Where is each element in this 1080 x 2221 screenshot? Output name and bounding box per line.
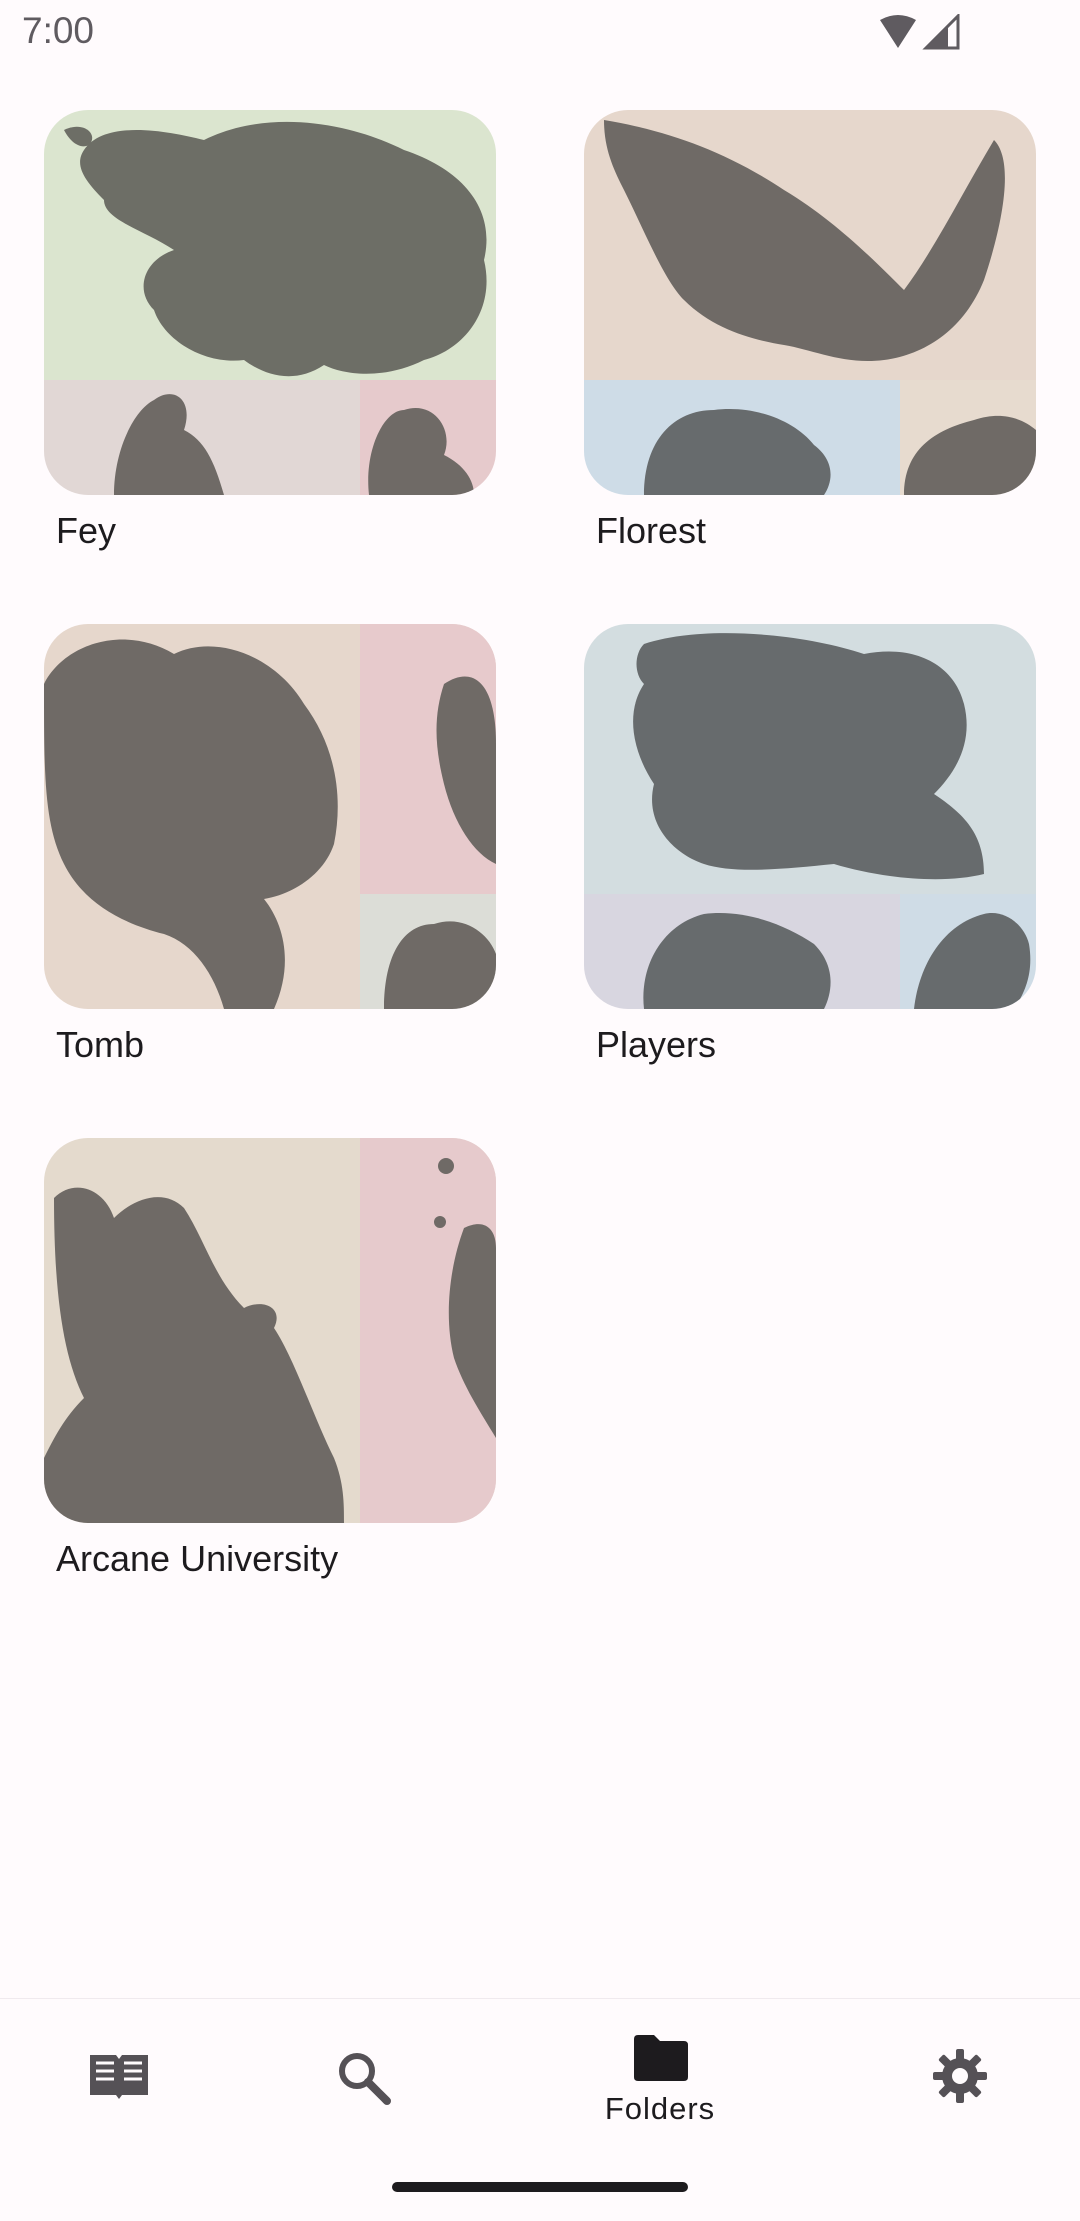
folder-name: Arcane University	[56, 1538, 339, 1579]
folder-icon	[634, 2035, 688, 2081]
nav-item-folders[interactable]: Folders	[525, 1999, 795, 2159]
nav-label-folders: Folders	[604, 2091, 716, 2126]
folder-card-tomb[interactable]: Tomb	[44, 624, 496, 1065]
folder-card-fey[interactable]: Fey	[44, 110, 496, 551]
home-indicator[interactable]	[392, 2182, 688, 2192]
status-icons	[878, 12, 962, 52]
folder-thumbnail[interactable]	[584, 110, 1036, 495]
folder-name: Florest	[596, 510, 707, 551]
folder-card-florest[interactable]: Florest	[584, 110, 1036, 551]
folder-name: Fey	[56, 510, 117, 551]
folder-thumbnail[interactable]	[584, 624, 1036, 1009]
creature-silhouette	[633, 633, 984, 880]
nav-item-settings[interactable]	[825, 1999, 1080, 2159]
cellular-signal-icon	[922, 12, 960, 50]
wifi-icon	[880, 15, 916, 48]
folder-thumbnail[interactable]	[44, 624, 496, 1009]
book-icon	[90, 2055, 148, 2099]
status-bar: 7:00	[0, 0, 1080, 66]
folder-thumbnail[interactable]	[44, 110, 496, 495]
folder-thumbnail[interactable]	[44, 1138, 496, 1523]
folder-card-arcane-university[interactable]: Arcane University	[44, 1138, 496, 1579]
folder-card-players[interactable]: Players	[584, 624, 1036, 1065]
gear-icon	[933, 2049, 987, 2103]
folder-name: Players	[596, 1024, 717, 1065]
status-time: 7:00	[22, 10, 95, 51]
search-icon	[339, 2053, 391, 2105]
folder-name: Tomb	[56, 1024, 145, 1065]
nav-item-search[interactable]	[225, 1999, 495, 2159]
